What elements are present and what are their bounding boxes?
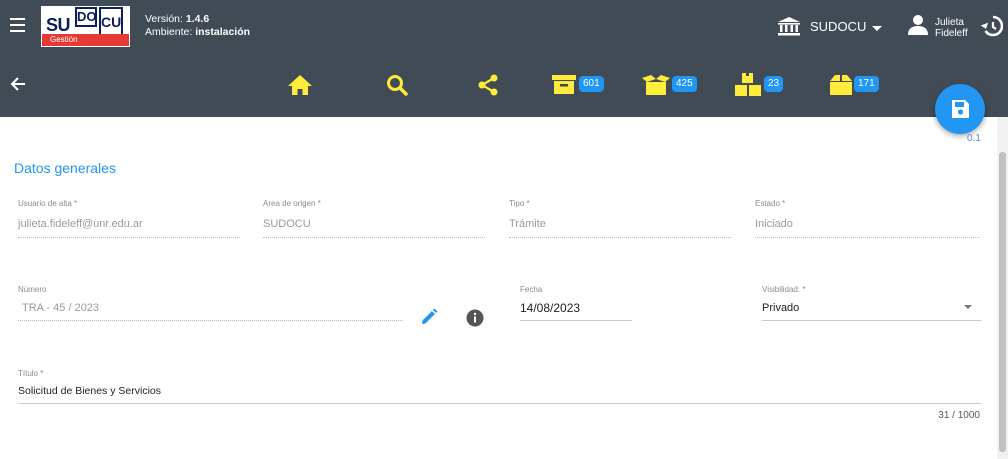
inbox-icon: [552, 75, 576, 94]
pencil-icon[interactable]: [420, 308, 438, 326]
fecha-label: Fecha: [520, 285, 543, 294]
toolbar: 601 425 23 171: [0, 55, 1008, 117]
archive-count-badge: 171: [854, 76, 879, 92]
environment-label: Ambiente:: [145, 26, 193, 38]
version-label: Versión:: [145, 13, 183, 25]
user-name[interactable]: Julieta Fideleff: [935, 17, 968, 39]
numero-underline: [18, 320, 403, 321]
scrollbar[interactable]: [997, 117, 1008, 459]
search-icon[interactable]: [386, 72, 408, 98]
arrow-left-icon[interactable]: [10, 76, 26, 92]
share-icon[interactable]: [477, 72, 499, 98]
institution-selector[interactable]: SUDOCU: [810, 19, 866, 34]
user-icon[interactable]: [907, 14, 929, 36]
logo-gestion-text: Gestión: [42, 34, 129, 46]
inbox-button[interactable]: 601: [552, 72, 608, 98]
visibilidad-label: Visibilidad: *: [762, 285, 806, 294]
fecha-underline: [520, 320, 632, 321]
titulo-value: Solicitud de Bienes y Servicios: [18, 385, 161, 397]
inbox-count-badge: 601: [579, 76, 604, 92]
section-title: Datos generales: [14, 160, 116, 176]
boxes-count-badge: 23: [764, 76, 784, 92]
info-icon[interactable]: [466, 309, 484, 327]
home-icon[interactable]: [288, 72, 312, 98]
estado-label: Estado *: [755, 199, 786, 208]
usuario-alta-underline: [18, 237, 240, 238]
archive-button[interactable]: 171: [829, 72, 885, 98]
tipo-label: Tipo *: [509, 199, 530, 208]
tipo-value: Trámite: [509, 218, 546, 230]
usuario-alta-value: julieta.fideleff@unr.edu.ar: [18, 218, 143, 230]
logo-cu-text: CU: [99, 7, 123, 37]
visibilidad-underline: [762, 320, 981, 321]
titulo-char-counter: 31 / 1000: [938, 410, 980, 421]
open-box-icon: [642, 75, 670, 95]
archive-icon: [830, 75, 852, 95]
titulo-label: Título *: [18, 369, 44, 378]
save-button[interactable]: [935, 84, 985, 134]
numero-label: Número: [18, 285, 47, 294]
version-info: Versión: 1.4.6 Ambiente: instalación: [145, 13, 250, 39]
version-value: 1.4.6: [185, 13, 210, 25]
area-origen-underline: [263, 237, 485, 238]
top-app-bar: SU DO CU Gestión Versión: 1.4.6 Ambiente…: [0, 0, 1008, 55]
chevron-down-icon[interactable]: [964, 305, 972, 309]
environment-value: instalación: [195, 26, 251, 38]
history-icon[interactable]: [981, 15, 1003, 37]
chevron-down-icon[interactable]: [872, 26, 882, 31]
save-caption: 0.1: [967, 133, 981, 144]
area-origen-value: SUDOCU: [263, 218, 311, 230]
fecha-value: 14/08/2023: [520, 301, 581, 315]
logo-do-text: DO: [75, 7, 97, 27]
user-last-name: Fideleff: [935, 28, 968, 39]
estado-value: Iniciado: [755, 218, 793, 230]
area-origen-label: Area de origen *: [263, 199, 321, 208]
floppy-icon: [952, 100, 969, 118]
estado-underline: [755, 237, 980, 238]
titulo-underline: [18, 403, 981, 404]
open-box-button[interactable]: 425: [642, 72, 702, 98]
boxes-button[interactable]: 23: [734, 72, 790, 98]
boxes-icon: [735, 73, 761, 96]
menu-icon[interactable]: [10, 18, 25, 32]
tipo-underline: [509, 237, 731, 238]
app-logo: SU DO CU Gestión: [41, 6, 130, 47]
user-first-name: Julieta: [935, 17, 964, 28]
visibilidad-value: Privado: [762, 302, 800, 314]
open-box-count-badge: 425: [672, 76, 697, 92]
bank-icon: [778, 17, 800, 36]
scrollbar-thumb[interactable]: [999, 152, 1006, 452]
numero-value: TRA - 45 / 2023: [22, 302, 100, 314]
usuario-alta-label: Usuario de alta *: [18, 199, 78, 208]
logo-su-text: SU: [46, 15, 71, 35]
